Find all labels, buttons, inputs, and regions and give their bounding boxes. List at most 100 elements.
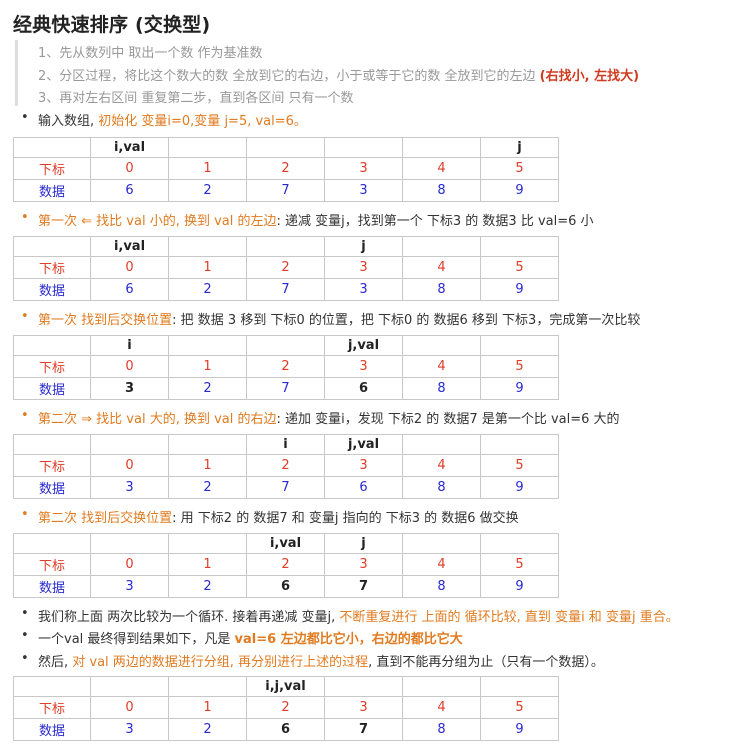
bullet-loop-highlight: 不断重复进行 上面的 循环比较, 直到 变量i 和 变量j 重合。 (339, 610, 679, 625)
bullet-init: • 输入数组, 初始化 变量i=0,变量 j=5, val=6。 (21, 110, 307, 129)
data-row: 数据 3 2 7 6 8 9 (13, 476, 559, 499)
bullet-second-search-highlight: 第二次 ⇒ 找比 val 大的, 换到 val 的右边 (38, 412, 277, 427)
index-cell: 4 (402, 696, 481, 719)
data-cell: 9 (480, 377, 559, 400)
index-cell: 5 (480, 696, 559, 719)
row-label: 数据 (13, 377, 91, 400)
row-label (13, 335, 91, 356)
index-cell: 2 (246, 157, 325, 180)
pointer-cell (402, 236, 481, 257)
bullet-dot: • (21, 309, 29, 324)
bullet-dot: • (21, 606, 29, 621)
pointer-cell (168, 335, 247, 356)
pointer-cell: i (246, 434, 325, 455)
pointer-cell (90, 676, 169, 697)
index-cell: 4 (402, 355, 481, 378)
bullet-first-swap-highlight: 第一次 找到后交换位置 (38, 313, 173, 328)
index-cell: 2 (246, 696, 325, 719)
data-cell: 6 (90, 278, 169, 301)
index-cell: 5 (480, 256, 559, 279)
data-cell: 8 (402, 575, 481, 598)
row-label: 数据 (13, 476, 91, 499)
data-cell: 2 (168, 278, 247, 301)
pointer-cell (168, 676, 247, 697)
index-cell: 1 (168, 553, 247, 576)
pointer-row: i j,val (13, 335, 559, 356)
bullet-recurse-highlight: 对 val 两边的数据进行分组, 再分别进行上述的过程 (72, 655, 369, 670)
data-cell: 3 (90, 476, 169, 499)
row-label: 下标 (13, 256, 91, 279)
index-row: 下标 0 1 2 3 4 5 (13, 157, 559, 180)
bullet-recurse-text-a: 然后, (38, 655, 73, 670)
bullet-recurse-text-c: , 直到不能再分组为止（只有一个数据）。 (368, 655, 604, 670)
pointer-cell (402, 434, 481, 455)
data-cell: 7 (324, 575, 403, 598)
index-cell: 3 (324, 553, 403, 576)
pointer-cell (168, 434, 247, 455)
bullet-init-text: 输入数组, (38, 114, 99, 129)
bullet-loop: • 我们称上面 两次比较为一个循环. 接着再递减 变量j, 不断重复进行 上面的 … (21, 606, 679, 625)
data-cell: 9 (480, 476, 559, 499)
row-label: 下标 (13, 355, 91, 378)
data-cell: 3 (90, 718, 169, 741)
data-cell: 3 (90, 377, 169, 400)
data-cell: 2 (168, 377, 247, 400)
pointer-cell (480, 533, 559, 554)
row-label (13, 236, 91, 257)
data-row: 数据 6 2 7 3 8 9 (13, 278, 559, 301)
row-label: 数据 (13, 278, 91, 301)
row-label (13, 137, 91, 158)
pointer-cell (324, 137, 403, 158)
data-cell: 6 (90, 179, 169, 202)
data-cell: 9 (480, 179, 559, 202)
row-label: 下标 (13, 553, 91, 576)
bullet-dot: • (21, 210, 29, 225)
bullet-result: • 一个val 最终得到结果如下，凡是 val=6 左边都比它小，右边的都比它大 (21, 628, 463, 647)
row-label: 数据 (13, 718, 91, 741)
pointer-cell (480, 335, 559, 356)
bullet-second-swap-text: : 用 下标2 的 数据7 和 变量j 指向的 下标3 的 数据6 做交换 (172, 511, 519, 526)
row-label: 下标 (13, 696, 91, 719)
pointer-row: i,val j (13, 236, 559, 257)
index-cell: 0 (90, 355, 169, 378)
pointer-cell (90, 533, 169, 554)
index-cell: 2 (246, 454, 325, 477)
bullet-second-swap-highlight: 第二次 找到后交换位置 (38, 511, 173, 526)
index-cell: 5 (480, 454, 559, 477)
index-cell: 5 (480, 157, 559, 180)
array-table-2: i,val j 下标 0 1 2 3 4 5 数据 6 2 7 3 8 9 (13, 236, 559, 301)
pointer-cell (402, 533, 481, 554)
bullet-first-search-text: : 递减 变量j，找到第一个 下标3 的 数据3 比 val=6 小 (276, 214, 594, 229)
pointer-cell: i,j,val (246, 676, 325, 697)
bullet-result-highlight: val=6 左边都比它小，右边的都比它大 (234, 632, 463, 647)
pointer-cell: i (90, 335, 169, 356)
data-row: 数据 6 2 7 3 8 9 (13, 179, 559, 202)
data-cell: 6 (324, 377, 403, 400)
data-cell: 3 (324, 179, 403, 202)
pointer-cell (402, 137, 481, 158)
pointer-cell: j,val (324, 335, 403, 356)
row-label (13, 676, 91, 697)
data-row: 数据 3 2 6 7 8 9 (13, 718, 559, 741)
index-cell: 2 (246, 553, 325, 576)
index-cell: 4 (402, 553, 481, 576)
row-label: 数据 (13, 575, 91, 598)
pointer-row: i j,val (13, 434, 559, 455)
pointer-cell (246, 335, 325, 356)
array-table-6: i,j,val 下标 0 1 2 3 4 5 数据 3 2 6 7 8 9 (13, 676, 559, 741)
pointer-cell: j (324, 533, 403, 554)
index-cell: 2 (246, 355, 325, 378)
pointer-cell (402, 676, 481, 697)
array-table-4: i j,val 下标 0 1 2 3 4 5 数据 3 2 7 6 8 9 (13, 434, 559, 499)
data-cell: 9 (480, 278, 559, 301)
pointer-cell (402, 335, 481, 356)
data-cell: 7 (324, 718, 403, 741)
data-cell: 7 (246, 476, 325, 499)
step-2: 2、分区过程，将比这个数大的数 全放到它的右边，小于或等于它的数 全放到它的左边… (38, 65, 639, 84)
index-row: 下标 0 1 2 3 4 5 (13, 696, 559, 719)
index-cell: 0 (90, 454, 169, 477)
array-table-5: i,val j 下标 0 1 2 3 4 5 数据 3 2 6 7 8 9 (13, 533, 559, 598)
bullet-dot: • (21, 507, 29, 522)
data-cell: 3 (324, 278, 403, 301)
data-row: 数据 3 2 6 7 8 9 (13, 575, 559, 598)
